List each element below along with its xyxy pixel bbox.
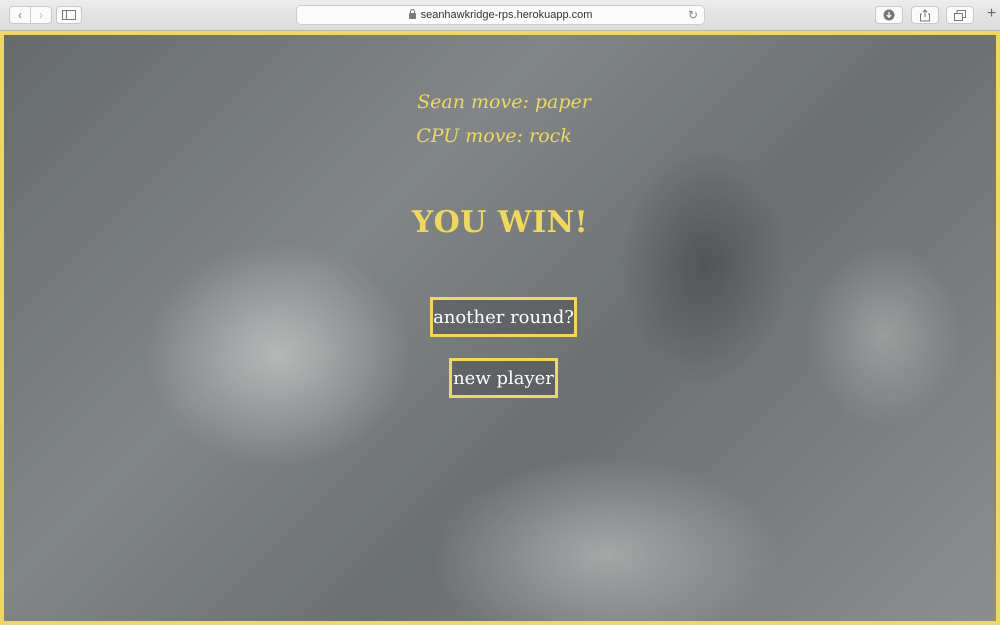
download-icon [883, 9, 895, 21]
chevron-left-icon: ‹ [18, 8, 22, 22]
result-heading: YOU WIN! [411, 205, 589, 240]
sidebar-icon [62, 10, 76, 20]
game-panel: Sean move: paper CPU move: rock YOU WIN!… [4, 35, 996, 621]
player-move-text: Sean move: paper [417, 91, 591, 113]
forward-button[interactable]: › [30, 6, 52, 24]
share-icon [920, 8, 930, 21]
new-player-button[interactable]: new player [449, 358, 558, 398]
browser-toolbar: ‹ › seanhawkridge-rps.herokuapp.com ↻ + [0, 0, 1000, 31]
share-button[interactable] [911, 6, 939, 24]
another-round-button[interactable]: another round? [430, 297, 577, 337]
download-button[interactable] [875, 6, 903, 24]
reload-icon[interactable]: ↻ [688, 8, 698, 22]
sidebar-toggle-button[interactable] [56, 6, 82, 24]
tabs-icon [954, 9, 966, 21]
address-bar[interactable]: seanhawkridge-rps.herokuapp.com ↻ [296, 5, 705, 25]
show-tabs-button[interactable] [946, 6, 974, 24]
cpu-move-text: CPU move: rock [416, 125, 572, 147]
chevron-right-icon: › [39, 8, 43, 22]
url-text: seanhawkridge-rps.herokuapp.com [420, 9, 593, 21]
lock-icon [408, 9, 416, 19]
game-page: Sean move: paper CPU move: rock YOU WIN!… [0, 31, 1000, 625]
plus-icon[interactable]: + [983, 6, 1000, 24]
back-button[interactable]: ‹ [9, 6, 31, 24]
